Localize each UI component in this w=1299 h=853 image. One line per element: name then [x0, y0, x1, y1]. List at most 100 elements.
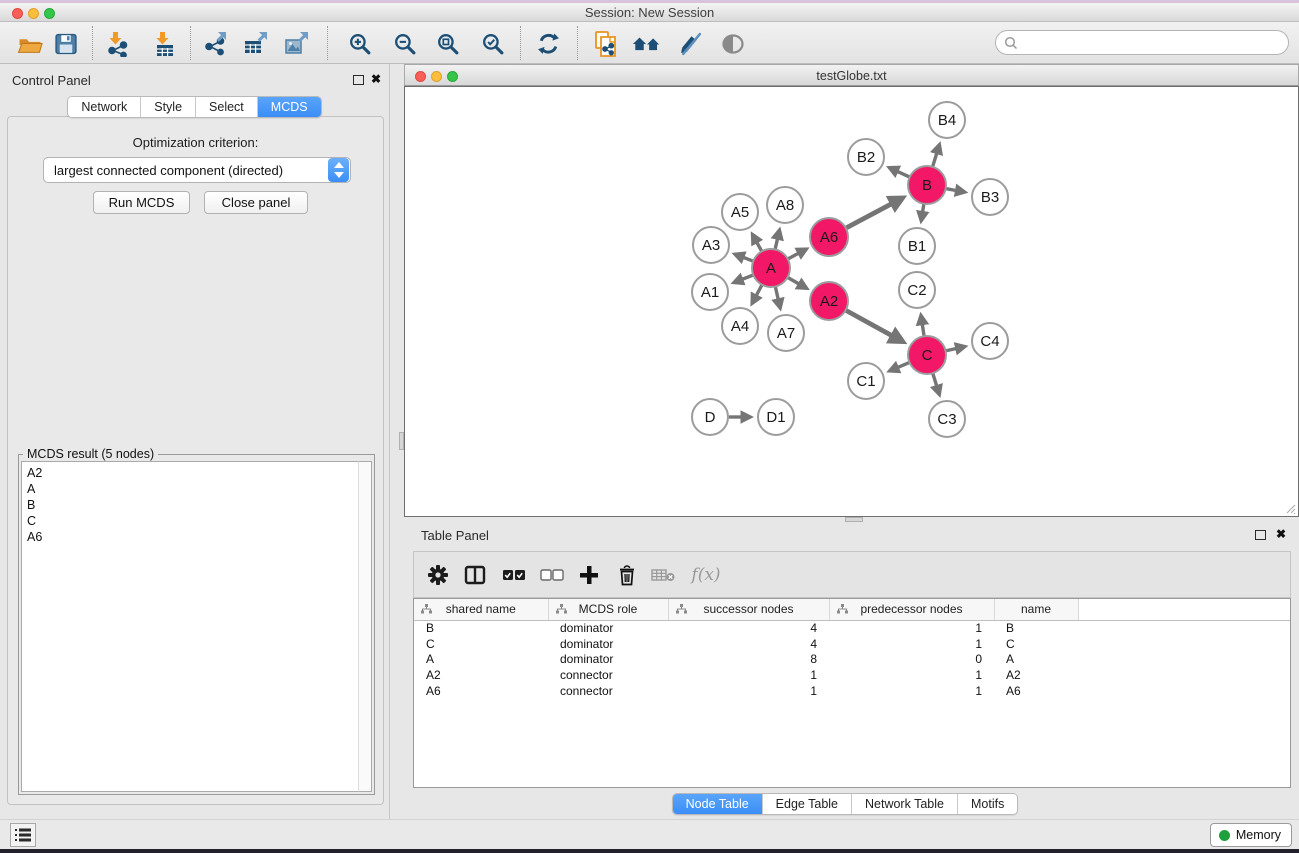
table-cell[interactable]: dominator [548, 636, 668, 652]
table-cell[interactable]: 1 [829, 636, 994, 652]
save-session-icon[interactable] [51, 29, 81, 59]
table-row[interactable]: A6connector11A6 [414, 683, 1290, 699]
function-builder-icon[interactable]: f(x) [686, 561, 726, 589]
table-row[interactable]: A2connector11A2 [414, 667, 1290, 683]
tab-node-table[interactable]: Node Table [673, 794, 763, 814]
open-session-icon[interactable] [15, 29, 45, 59]
tab-network-table[interactable]: Network Table [852, 794, 958, 814]
close-table-panel-icon[interactable]: ✖ [1276, 527, 1286, 541]
tab-select[interactable]: Select [196, 97, 258, 117]
result-item[interactable]: B [27, 497, 358, 513]
edge-B-B2[interactable] [897, 171, 909, 177]
table-cell[interactable]: 1 [829, 620, 994, 636]
select-all-rows-icon[interactable] [500, 561, 528, 589]
refresh-icon[interactable] [533, 29, 563, 59]
table-cell[interactable]: 4 [668, 620, 829, 636]
table-cell[interactable]: 8 [668, 652, 829, 668]
search-input[interactable] [1018, 36, 1288, 50]
edge-A2-C[interactable] [846, 310, 892, 335]
column-header-shared-name[interactable]: shared name [414, 599, 548, 620]
memory-button[interactable]: Memory [1210, 823, 1292, 847]
export-table-icon[interactable] [241, 29, 271, 59]
close-panel-icon[interactable]: ✖ [371, 72, 381, 86]
mcds-result-scrollbar[interactable] [358, 461, 372, 792]
result-item[interactable]: A6 [27, 529, 358, 545]
zoom-selected-icon[interactable] [478, 29, 508, 59]
table-cell[interactable]: 1 [668, 683, 829, 699]
table-row[interactable]: Adominator80A [414, 652, 1290, 668]
result-item[interactable]: C [27, 513, 358, 529]
tab-edge-table[interactable]: Edge Table [763, 794, 852, 814]
edge-C-C2[interactable] [922, 324, 924, 336]
tab-mcds[interactable]: MCDS [258, 97, 321, 117]
edge-A-A5[interactable] [757, 242, 762, 251]
zoom-in-icon[interactable] [345, 29, 375, 59]
edge-B-B1[interactable] [923, 204, 924, 212]
criterion-dropdown[interactable]: largest connected component (directed) [43, 157, 351, 183]
add-column-icon[interactable] [575, 561, 603, 589]
search-field[interactable] [995, 30, 1289, 55]
network-graph[interactable]: B4B2BB3A8A5A6A3B1AC2A1A2A4A7C4CC1DD1C3 [405, 87, 1298, 516]
result-item[interactable]: A2 [27, 465, 358, 481]
table-cell[interactable]: C [414, 636, 548, 652]
table-cell[interactable]: B [994, 620, 1078, 636]
column-header-predecessor-nodes[interactable]: predecessor nodes [829, 599, 994, 620]
node-table[interactable]: shared nameMCDS rolesuccessor nodesprede… [413, 598, 1291, 788]
column-header-MCDS-role[interactable]: MCDS role [548, 599, 668, 620]
table-cell[interactable]: 4 [668, 636, 829, 652]
float-panel-icon[interactable] [353, 75, 364, 85]
table-cell[interactable]: connector [548, 683, 668, 699]
import-network-icon[interactable] [102, 29, 132, 59]
tab-motifs[interactable]: Motifs [958, 794, 1017, 814]
edge-C-C4[interactable] [946, 349, 957, 351]
tab-style[interactable]: Style [141, 97, 196, 117]
column-header-successor-nodes[interactable]: successor nodes [668, 599, 829, 620]
edge-A6-B[interactable] [846, 204, 892, 228]
mcds-result-list[interactable]: A2ABCA6 [21, 461, 358, 792]
edge-C-C1[interactable] [898, 362, 910, 367]
table-cell[interactable]: A6 [994, 683, 1078, 699]
home-pair-icon[interactable] [632, 29, 662, 59]
zoom-fit-icon[interactable] [433, 29, 463, 59]
close-panel-button[interactable]: Close panel [204, 191, 308, 214]
table-cell[interactable]: A2 [994, 667, 1078, 683]
table-cell[interactable]: dominator [548, 620, 668, 636]
eye-icon[interactable] [718, 29, 748, 59]
task-history-button[interactable] [10, 823, 36, 847]
table-cell[interactable]: 1 [829, 667, 994, 683]
resize-grip-icon[interactable] [1284, 502, 1296, 514]
table-settings-gear-icon[interactable] [424, 561, 452, 589]
edge-B-B3[interactable] [946, 189, 956, 191]
edge-A-A3[interactable] [743, 257, 753, 261]
tab-network[interactable]: Network [68, 97, 141, 117]
table-cell[interactable]: A6 [414, 683, 548, 699]
ndex-documents-icon[interactable] [591, 29, 621, 59]
edge-A-A6[interactable] [788, 253, 799, 259]
table-cell[interactable]: A [414, 652, 548, 668]
edge-A-A2[interactable] [788, 277, 799, 284]
run-mcds-button[interactable]: Run MCDS [93, 191, 190, 214]
network-canvas[interactable]: B4B2BB3A8A5A6A3B1AC2A1A2A4A7C4CC1DD1C3 [404, 86, 1299, 517]
edge-A-A1[interactable] [742, 275, 753, 279]
table-cell[interactable]: C [994, 636, 1078, 652]
edge-A-A7[interactable] [775, 287, 778, 300]
table-cell[interactable]: 0 [829, 652, 994, 668]
edge-A-A8[interactable] [775, 239, 777, 250]
table-cell[interactable]: connector [548, 667, 668, 683]
edge-C-C3[interactable] [933, 373, 937, 386]
table-cell[interactable]: A [994, 652, 1078, 668]
table-cell[interactable]: dominator [548, 652, 668, 668]
column-selector-icon[interactable] [461, 561, 489, 589]
table-row[interactable]: Bdominator41B [414, 620, 1290, 636]
float-table-panel-icon[interactable] [1255, 530, 1266, 540]
pane-divider-handle[interactable] [399, 432, 404, 450]
delete-column-trash-icon[interactable] [613, 561, 641, 589]
export-network-icon[interactable] [200, 29, 230, 59]
import-table-icon[interactable] [149, 29, 179, 59]
table-row[interactable]: Cdominator41C [414, 636, 1290, 652]
deselect-all-rows-icon[interactable] [538, 561, 566, 589]
table-cell[interactable]: 1 [668, 667, 829, 683]
export-image-icon[interactable] [282, 29, 312, 59]
hide-annotations-icon[interactable] [675, 29, 705, 59]
table-cell[interactable]: A2 [414, 667, 548, 683]
